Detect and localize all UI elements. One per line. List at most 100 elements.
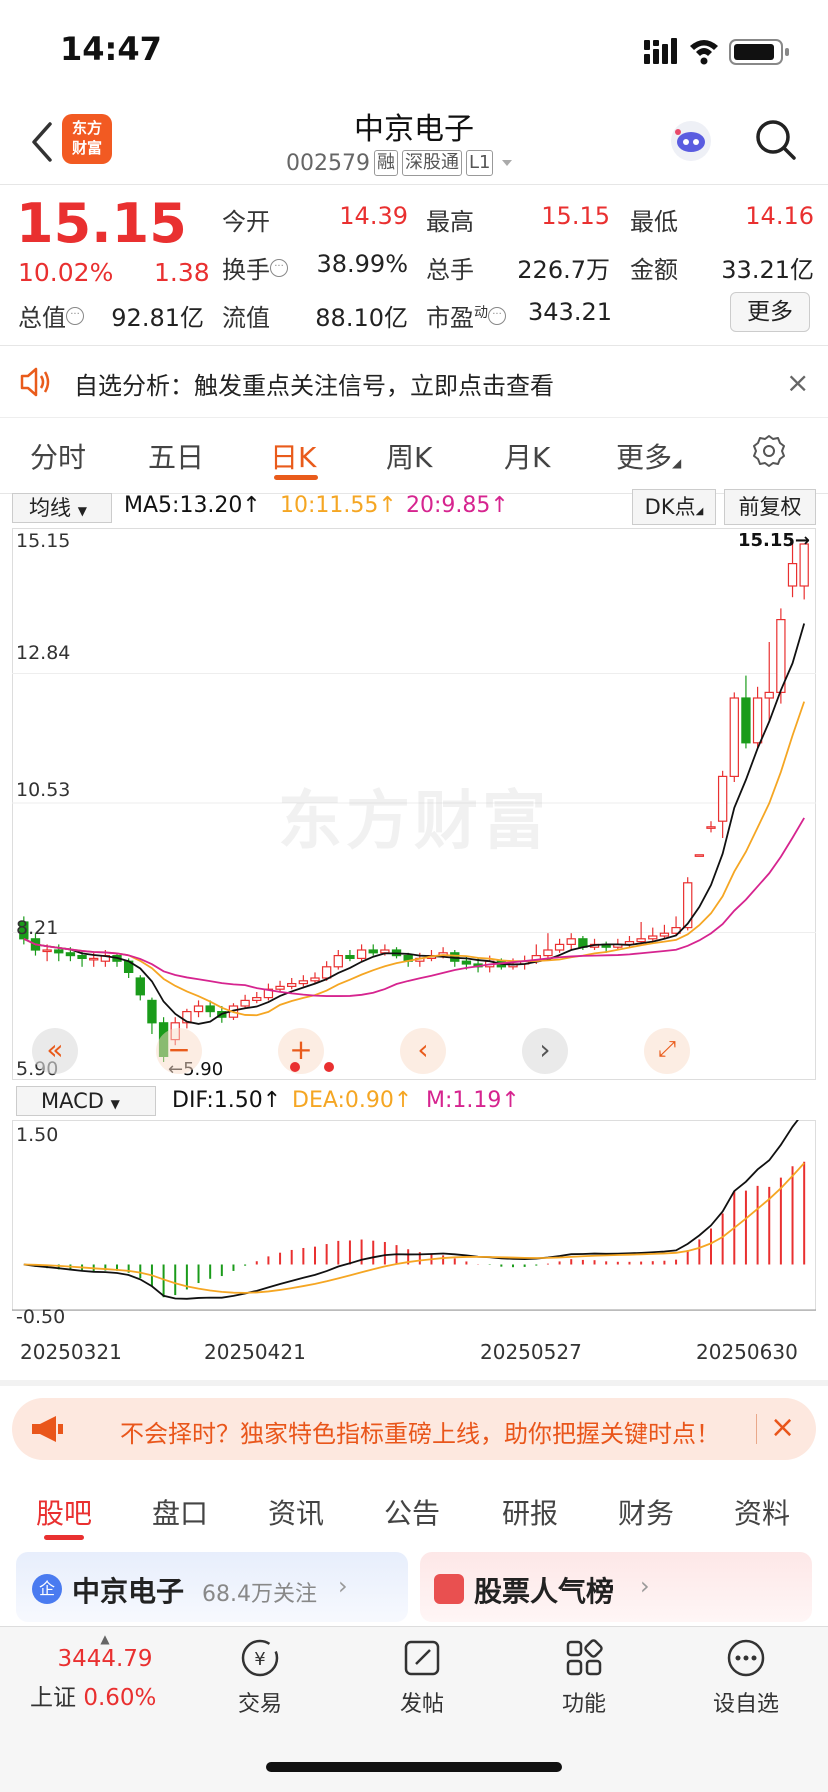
- close-icon[interactable]: ×: [770, 1410, 795, 1445]
- candle: [461, 960, 472, 965]
- change-amount: 1.38: [154, 258, 210, 287]
- y-tick: 10.53: [16, 779, 71, 801]
- y-tick: 12.84: [16, 642, 71, 664]
- tab-announcements[interactable]: 公告: [384, 1492, 440, 1532]
- index-widget[interactable]: ▲ 3444.79 上证 0.60%: [30, 1632, 180, 1712]
- candle: [275, 985, 285, 990]
- tab-finance[interactable]: 财务: [618, 1492, 674, 1532]
- caret-down-icon: ▼: [77, 504, 87, 518]
- assistant-robot-icon[interactable]: [668, 118, 714, 164]
- prev-icon[interactable]: ‹: [400, 1028, 446, 1074]
- pe-label[interactable]: 市盈动 ···: [426, 298, 506, 333]
- tag-level: L1: [465, 150, 494, 176]
- total-cap-value: 92.81亿: [111, 304, 204, 332]
- candle: [193, 1005, 204, 1013]
- stock-code: 002579: [286, 150, 370, 176]
- y-tick: 15.15: [16, 530, 71, 552]
- candle: [741, 697, 751, 744]
- stock-code-row[interactable]: 002579 融 深股通 L1: [286, 150, 517, 176]
- tag-margin: 融: [373, 150, 398, 176]
- zoom-out-icon[interactable]: −: [156, 1028, 202, 1074]
- volume-value: 226.7万: [517, 256, 610, 284]
- next-icon[interactable]: ›: [522, 1028, 568, 1074]
- close-icon[interactable]: ×: [786, 366, 809, 399]
- candle: [648, 935, 658, 940]
- legend-dif: DIF:1.50↑: [172, 1088, 282, 1113]
- candle: [764, 691, 774, 699]
- megaphone-icon: [32, 1416, 63, 1442]
- candle: [787, 562, 798, 587]
- legend-dea: DEA:0.90↑: [292, 1088, 413, 1113]
- card-title: 中京电子: [72, 1575, 185, 1608]
- signal-dot: [324, 1062, 334, 1072]
- candle: [310, 977, 320, 982]
- alert-text[interactable]: 自选分析：触发重点关注信号，立即点击查看: [74, 366, 554, 401]
- turnover-label[interactable]: 换手 ···: [222, 250, 288, 285]
- legend-m: M:1.19↑: [426, 1088, 520, 1113]
- candle: [659, 932, 670, 937]
- promo-text[interactable]: 不会择时？独家特色指标重磅上线，助你把握关键时点！: [120, 1414, 720, 1449]
- candle: [147, 999, 157, 1024]
- tab-intraday[interactable]: 分时: [30, 436, 86, 476]
- edit-icon: [404, 1640, 440, 1676]
- info-icon: ···: [66, 307, 84, 325]
- search-button[interactable]: [752, 116, 800, 164]
- amount-label: 金额: [630, 256, 678, 284]
- candle: [42, 949, 52, 953]
- nav-trade[interactable]: ¥ 交易: [200, 1636, 320, 1718]
- search-icon: [756, 120, 796, 160]
- candle: [706, 826, 716, 829]
- current-price: 15.15: [16, 192, 187, 255]
- x-tick: 20250321: [20, 1340, 122, 1364]
- high-marker: 15.15→: [738, 530, 811, 551]
- tab-more[interactable]: 更多◢: [616, 436, 681, 476]
- gear-icon[interactable]: [752, 434, 786, 468]
- zoom-in-icon[interactable]: +: [278, 1028, 324, 1074]
- candle: [729, 697, 739, 778]
- tag-connect: 深股通: [401, 150, 462, 176]
- nav-post[interactable]: 发帖: [362, 1636, 482, 1718]
- candle: [205, 1005, 215, 1013]
- indicator-select[interactable]: MACD ▼: [16, 1086, 156, 1116]
- index-name: 上证: [30, 1685, 76, 1711]
- candle: [333, 955, 343, 968]
- dk-point-button[interactable]: DK点◢: [632, 489, 716, 525]
- popularity-card[interactable]: 股票人气榜 ›: [420, 1552, 812, 1622]
- tab-guba[interactable]: 股吧: [36, 1492, 92, 1532]
- tab-research[interactable]: 研报: [502, 1492, 558, 1532]
- active-tab-indicator: [274, 475, 318, 480]
- macd-chart[interactable]: [12, 1120, 816, 1338]
- adjust-button[interactable]: 前复权: [724, 489, 816, 525]
- tab-profile[interactable]: 资料: [734, 1492, 790, 1532]
- tab-daily-k[interactable]: 日K: [270, 436, 316, 476]
- caret-up-icon: ▲: [100, 1632, 110, 1646]
- wifi-icon: [690, 40, 718, 65]
- candle: [77, 955, 87, 960]
- change-percent: 10.02%: [18, 258, 114, 287]
- more-button[interactable]: 更多: [730, 292, 810, 332]
- stock-bar-card[interactable]: 企 中京电子 68.4万关注 ›: [16, 1552, 408, 1622]
- tab-news[interactable]: 资讯: [268, 1492, 324, 1532]
- candle: [752, 697, 763, 744]
- ma-select[interactable]: 均线 ▼: [12, 493, 112, 523]
- index-change: 0.60%: [83, 1685, 157, 1711]
- tab-five-day[interactable]: 五日: [148, 436, 204, 476]
- home-indicator: [266, 1762, 562, 1772]
- card-title: 股票人气榜: [474, 1575, 615, 1608]
- tab-weekly-k[interactable]: 周K: [386, 436, 432, 476]
- chevron-right-icon: ›: [338, 1572, 348, 1600]
- total-cap-label[interactable]: 总值 ···: [18, 298, 84, 333]
- status-time: 14:47: [60, 30, 162, 68]
- low-label: 最低: [630, 208, 678, 236]
- nav-functions[interactable]: 功能: [524, 1636, 644, 1718]
- chart-frame: [12, 1120, 816, 1311]
- tab-monthly-k[interactable]: 月K: [504, 436, 550, 476]
- tab-pankou[interactable]: 盘口: [152, 1492, 208, 1532]
- rewind-icon[interactable]: «: [32, 1028, 78, 1074]
- nav-add-watchlist[interactable]: 设自选: [686, 1636, 806, 1718]
- legend-ma20: 20:9.85↑: [406, 493, 509, 518]
- candle: [717, 775, 728, 822]
- expand-icon[interactable]: ⤢: [644, 1028, 690, 1074]
- trade-icon: ¥: [241, 1639, 279, 1677]
- divider: [756, 1414, 757, 1444]
